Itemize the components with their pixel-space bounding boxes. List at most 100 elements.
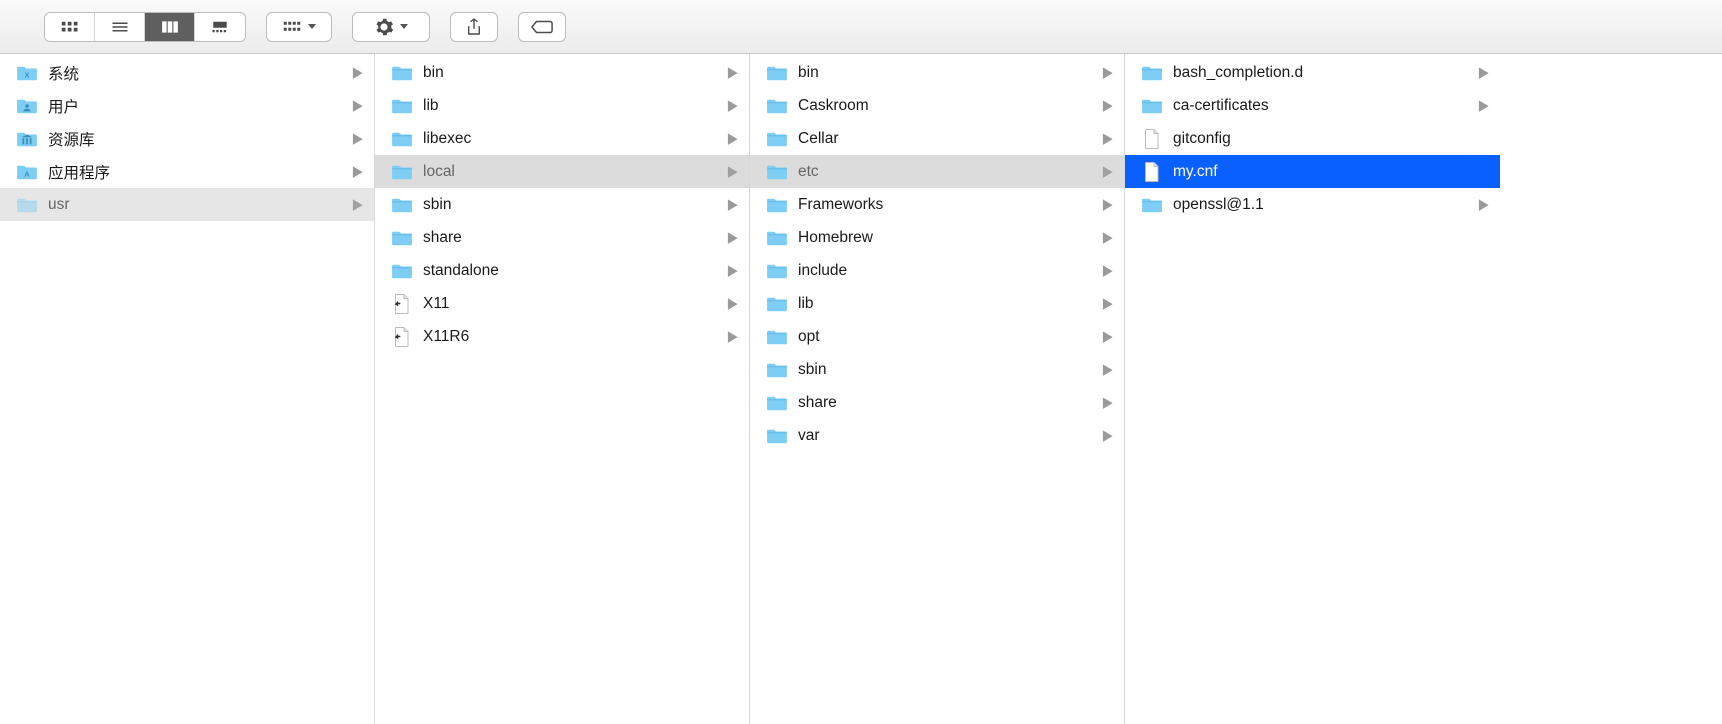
list-item[interactable]: ca-certificates▶ (1125, 89, 1500, 122)
alias-icon (391, 295, 413, 313)
item-name: sbin (423, 196, 717, 214)
list-item[interactable]: local ▶ (375, 155, 749, 188)
list-item[interactable]: Caskroom ▶ (750, 89, 1124, 122)
list-item[interactable]: bin ▶ (375, 56, 749, 89)
list-item[interactable]: sbin▶ (750, 353, 1124, 386)
list-item[interactable]: libexec ▶ (375, 122, 749, 155)
item-name: Caskroom (798, 97, 1092, 115)
list-item[interactable]: 资源库 ▶ (0, 122, 374, 155)
view-icons-button[interactable] (45, 13, 95, 41)
item-name: X11R6 (423, 328, 717, 346)
column-browser: 系统▶用户▶资源库▶应用程序▶usr▶bin▶lib▶libexec▶local… (0, 54, 1722, 724)
list-item[interactable]: Cellar▶ (750, 122, 1124, 155)
chevron-right-icon: ▶ (1103, 329, 1113, 344)
list-item[interactable]: var▶ (750, 419, 1124, 452)
toolbar (0, 0, 1722, 54)
list-item[interactable]: 应用程序▶ (0, 155, 374, 188)
list-item[interactable]: lib▶ (375, 89, 749, 122)
library-folder-icon (16, 130, 38, 148)
item-name: libexec (423, 130, 717, 148)
chevron-right-icon: ▶ (728, 65, 738, 80)
tag-icon (531, 20, 553, 34)
chevron-right-icon: ▶ (728, 296, 738, 311)
chevron-right-icon: ▶ (728, 131, 738, 146)
folder-icon (16, 196, 38, 214)
list-item[interactable]: share ▶ (750, 386, 1124, 419)
chevron-right-icon: ▶ (1103, 395, 1113, 410)
folder-icon (391, 97, 413, 115)
folder-icon (766, 361, 788, 379)
browser-column[interactable]: bin▶Caskroom▶Cellar▶etc▶Frameworks▶Homeb… (750, 54, 1125, 724)
list-item[interactable]: sbin▶ (375, 188, 749, 221)
item-name: Frameworks (798, 196, 1092, 214)
chevron-right-icon: ▶ (1103, 230, 1113, 245)
folder-icon (391, 130, 413, 148)
item-name: opt (798, 328, 1092, 346)
item-name: local (423, 163, 717, 181)
list-item[interactable]: include▶ (750, 254, 1124, 287)
folder-icon (1141, 97, 1163, 115)
list-item[interactable]: bin▶ (750, 56, 1124, 89)
folder-icon (766, 295, 788, 313)
folder-icon (391, 196, 413, 214)
item-name: Homebrew (798, 229, 1092, 247)
share-icon (467, 18, 481, 36)
list-item[interactable]: share▶ (375, 221, 749, 254)
list-item[interactable]: X11R6 ▶ (375, 320, 749, 353)
chevron-right-icon: ▶ (728, 329, 738, 344)
item-name: ca-certificates (1173, 97, 1468, 115)
folder-icon (766, 394, 788, 412)
chevron-right-icon: ▶ (1103, 296, 1113, 311)
chevron-right-icon: ▶ (353, 65, 363, 80)
item-name: lib (423, 97, 717, 115)
folder-icon (391, 262, 413, 280)
tag-button[interactable] (518, 12, 566, 42)
item-name: 资源库 (48, 128, 342, 150)
list-item[interactable]: X11▶ (375, 287, 749, 320)
list-item[interactable]: opt ▶ (750, 320, 1124, 353)
item-name: gitconfig (1173, 130, 1490, 148)
chevron-right-icon: ▶ (1103, 428, 1113, 443)
chevron-right-icon: ▶ (353, 131, 363, 146)
list-item[interactable]: 系统 ▶ (0, 56, 374, 89)
chevron-right-icon: ▶ (1103, 131, 1113, 146)
browser-column[interactable]: bin▶lib▶libexec▶local▶sbin▶share▶standal… (375, 54, 750, 724)
list-item[interactable]: standalone▶ (375, 254, 749, 287)
list-item[interactable]: etc▶ (750, 155, 1124, 188)
list-item[interactable]: lib▶ (750, 287, 1124, 320)
list-item[interactable]: my.cnf (1125, 155, 1500, 188)
action-button[interactable] (352, 12, 430, 42)
list-item[interactable]: Frameworks ▶ (750, 188, 1124, 221)
item-name: include (798, 262, 1092, 280)
list-item[interactable]: 用户▶ (0, 89, 374, 122)
chevron-right-icon: ▶ (1479, 197, 1489, 212)
browser-column[interactable]: bash_completion.d▶ca-certificates▶gitcon… (1125, 54, 1500, 724)
item-name: sbin (798, 361, 1092, 379)
arrange-button[interactable] (266, 12, 332, 42)
share-button[interactable] (450, 12, 498, 42)
list-item[interactable]: Homebrew ▶ (750, 221, 1124, 254)
list-item[interactable]: bash_completion.d▶ (1125, 56, 1500, 89)
view-list-button[interactable] (95, 13, 145, 41)
item-name: 系统 (48, 62, 342, 84)
view-gallery-button[interactable] (195, 13, 245, 41)
arrange-icon (283, 20, 301, 34)
item-name: my.cnf (1173, 163, 1490, 181)
list-item[interactable]: openssl@1.1▶ (1125, 188, 1500, 221)
list-item[interactable]: usr▶ (0, 188, 374, 221)
chevron-right-icon: ▶ (728, 164, 738, 179)
chevron-down-icon (400, 24, 408, 29)
item-name: 用户 (48, 95, 342, 117)
folder-icon (766, 64, 788, 82)
chevron-right-icon: ▶ (728, 263, 738, 278)
folder-icon (1141, 64, 1163, 82)
chevron-right-icon: ▶ (1103, 197, 1113, 212)
browser-column[interactable]: 系统 ▶ 用户▶ 资源库 ▶ 应用程序▶usr▶ (0, 54, 375, 724)
view-columns-button[interactable] (145, 13, 195, 41)
item-name: share (798, 394, 1092, 412)
chevron-right-icon: ▶ (1103, 98, 1113, 113)
list-item[interactable]: gitconfig (1125, 122, 1500, 155)
item-name: bin (423, 64, 717, 82)
folder-icon (1141, 196, 1163, 214)
item-name: bash_completion.d (1173, 64, 1468, 82)
